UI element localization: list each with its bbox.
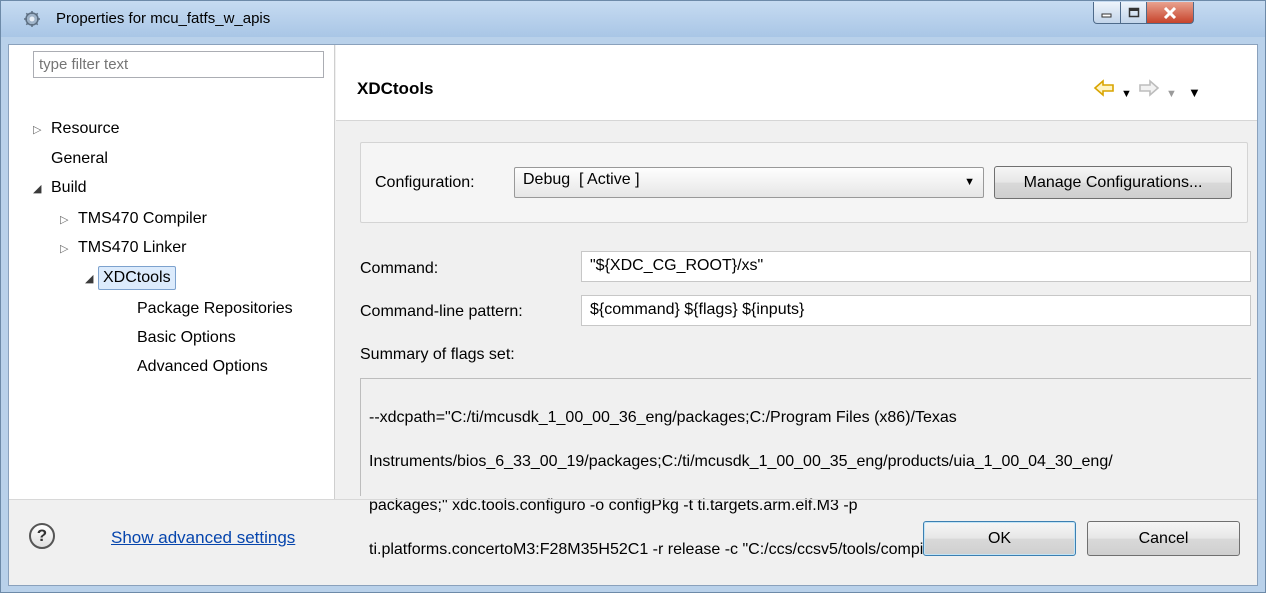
command-label: Command: (360, 260, 439, 277)
maximize-icon (1128, 7, 1139, 18)
collapse-arrow-icon[interactable]: ◢ (33, 178, 41, 200)
configuration-label: Configuration: (375, 174, 475, 191)
command-line-pattern-field[interactable]: ${command} ${flags} ${inputs} (581, 295, 1251, 326)
dialog-body: ▷ Resource General ◢ Build ▷ TMS470 Comp… (8, 44, 1258, 586)
maximize-button[interactable] (1120, 2, 1147, 24)
tree-item-label: General (51, 150, 108, 167)
minimize-button[interactable] (1093, 2, 1121, 24)
close-icon (1163, 6, 1177, 19)
configuration-group: Configuration: Debug [ Active ] ▼ Manage… (360, 142, 1248, 223)
page-title: XDCtools (357, 79, 434, 98)
gear-app-icon (24, 11, 40, 27)
forward-menu-icon[interactable]: ▼ (1166, 84, 1177, 104)
help-icon[interactable]: ? (29, 523, 55, 549)
tree-item-label: TMS470 Linker (78, 239, 187, 256)
ok-button[interactable]: OK (923, 521, 1076, 556)
tree-item-label: Basic Options (137, 329, 236, 346)
filter-input[interactable] (33, 51, 324, 78)
category-tree-pane: ▷ Resource General ◢ Build ▷ TMS470 Comp… (9, 45, 335, 499)
command-line-pattern-label: Command-line pattern: (360, 303, 523, 320)
forward-arrow-icon[interactable] (1138, 79, 1160, 101)
minimize-icon (1101, 13, 1112, 17)
expand-arrow-icon[interactable]: ▷ (60, 209, 68, 231)
cancel-button[interactable]: Cancel (1087, 521, 1240, 556)
title-bar[interactable]: Properties for mcu_fatfs_w_apis (1, 1, 1265, 37)
page-header: XDCtools ▼ ▼ ▼ (336, 45, 1257, 121)
configuration-select[interactable]: Debug [ Active ] ▼ (514, 167, 984, 198)
collapse-arrow-icon[interactable]: ◢ (85, 268, 93, 290)
expand-arrow-icon[interactable]: ▷ (60, 238, 68, 260)
summary-label: Summary of flags set: (360, 346, 515, 363)
footer-divider (9, 499, 1257, 500)
show-advanced-settings-link[interactable]: Show advanced settings (111, 528, 295, 548)
properties-dialog: Properties for mcu_fatfs_w_apis ▷ Resour… (0, 0, 1266, 593)
tree-item-label: XDCtools (98, 266, 176, 290)
tree-item-label: Package Repositories (137, 300, 293, 317)
window-title: Properties for mcu_fatfs_w_apis (56, 10, 271, 27)
configuration-value: Debug [ Active ] (523, 171, 640, 188)
dropdown-arrow-icon: ▼ (964, 176, 975, 188)
command-field[interactable]: "${XDC_CG_ROOT}/xs" (581, 251, 1251, 282)
back-menu-icon[interactable]: ▼ (1121, 84, 1132, 104)
summary-line: Instruments/bios_6_33_00_19/packages;C:/… (369, 453, 1113, 470)
property-page: XDCtools ▼ ▼ ▼ Configuration: Debug [ Ac… (336, 45, 1257, 558)
close-button[interactable] (1146, 2, 1194, 24)
view-menu-icon[interactable]: ▼ (1188, 83, 1201, 103)
tree-item-label: TMS470 Compiler (78, 210, 207, 227)
expand-arrow-icon[interactable]: ▷ (33, 119, 41, 141)
summary-of-flags-box[interactable]: --xdcpath="C:/ti/mcusdk_1_00_00_36_eng/p… (360, 378, 1251, 558)
manage-configurations-button[interactable]: Manage Configurations... (994, 166, 1232, 199)
tree-item-label: Advanced Options (137, 358, 268, 375)
summary-line: --xdcpath="C:/ti/mcusdk_1_00_00_36_eng/p… (369, 409, 957, 426)
tree-item-label: Resource (51, 120, 120, 137)
tree-item-label: Build (51, 179, 87, 196)
back-arrow-icon[interactable] (1093, 79, 1115, 101)
